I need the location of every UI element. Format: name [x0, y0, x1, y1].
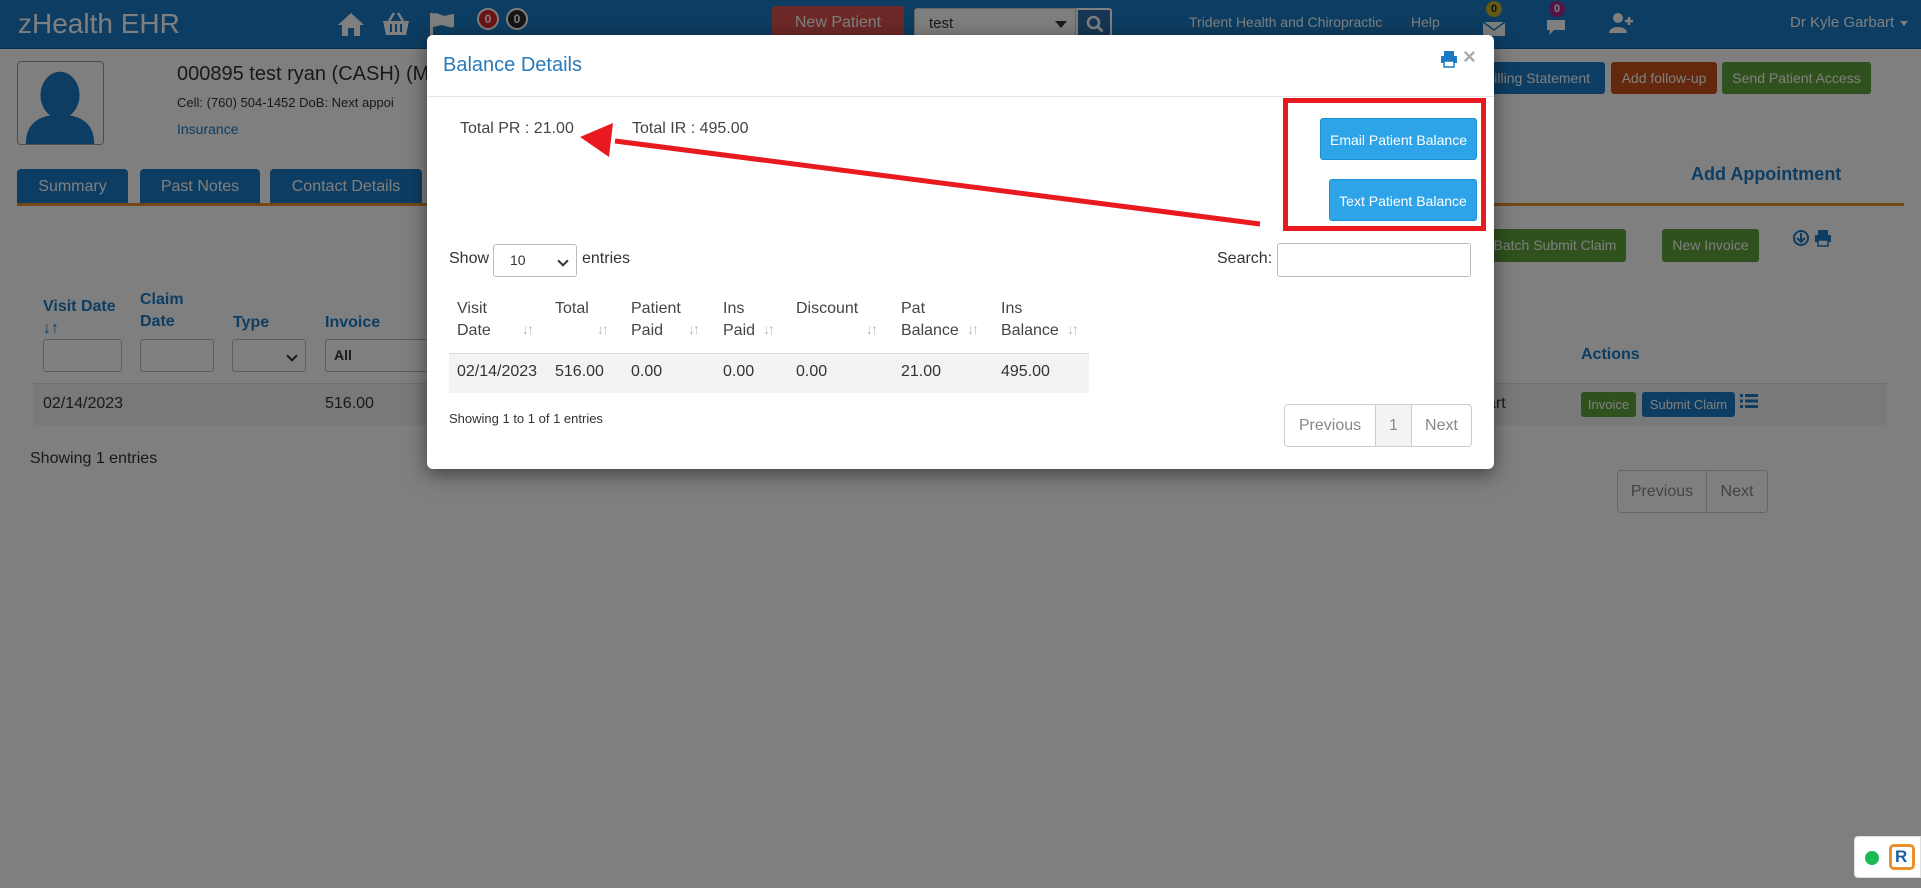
column-patient-paid[interactable]: Patient Paid [631, 298, 681, 342]
column-total[interactable]: Total [555, 298, 589, 320]
column-patient-paid-line2: Paid [631, 322, 664, 339]
chevron-down-icon [557, 255, 569, 267]
online-status-icon [1865, 851, 1879, 865]
column-discount[interactable]: Discount [796, 298, 858, 320]
column-pat-balance-line2: Balance [901, 322, 959, 339]
bottom-strip [0, 888, 1921, 893]
pagination-previous[interactable]: Previous [1285, 405, 1376, 446]
cell-ins-paid: 0.00 [723, 363, 755, 380]
column-ins-paid-line1: Ins [723, 300, 745, 317]
cell-total: 516.00 [555, 363, 604, 380]
cell-visit-date: 02/14/2023 [457, 363, 538, 380]
modal-entries-info: Showing 1 to 1 of 1 entries [449, 411, 603, 426]
column-ins-paid[interactable]: Ins Paid [723, 298, 755, 342]
support-widget[interactable]: R [1854, 836, 1921, 878]
modal-search-input[interactable] [1277, 243, 1471, 277]
cell-pat-balance: 21.00 [901, 363, 942, 380]
sort-icon[interactable]: ↓↑ [688, 321, 700, 337]
show-label: Show [449, 250, 490, 267]
entries-label: entries [582, 250, 631, 267]
sort-icon[interactable]: ↓↑ [763, 321, 775, 337]
column-ins-balance-line1: Ins [1001, 300, 1023, 317]
total-ir: Total IR : 495.00 [632, 120, 749, 137]
column-discount-line1: Discount [796, 300, 859, 317]
sort-icon[interactable]: ↓↑ [597, 321, 609, 337]
close-icon[interactable]: × [1463, 46, 1476, 68]
column-visit-date-line1: Visit [457, 300, 487, 317]
column-ins-balance[interactable]: Ins Balance [1001, 298, 1059, 342]
modal-title: Balance Details [443, 54, 582, 76]
balance-details-modal: Balance Details × Total PR : 21.00 Total… [427, 35, 1494, 469]
entries-per-page-select[interactable]: 10 [493, 244, 577, 277]
modal-header-divider [427, 96, 1494, 97]
column-patient-paid-line1: Patient [631, 300, 681, 317]
table-row[interactable] [449, 353, 1089, 393]
search-label: Search: [1217, 250, 1273, 267]
sort-icon[interactable]: ↓↑ [522, 321, 534, 337]
column-total-line1: Total [555, 300, 589, 317]
r-logo-icon[interactable]: R [1889, 844, 1915, 870]
column-pat-balance-line1: Pat [901, 300, 926, 317]
total-pr: Total PR : 21.00 [460, 120, 574, 137]
sort-icon[interactable]: ↓↑ [1067, 321, 1079, 337]
modal-pagination: Previous 1 Next [1284, 404, 1472, 447]
sort-icon[interactable]: ↓↑ [866, 321, 878, 337]
column-visit-date-line2: Date [457, 322, 491, 339]
column-visit-date[interactable]: Visit Date [457, 298, 491, 342]
column-pat-balance[interactable]: Pat Balance [901, 298, 959, 342]
sort-icon[interactable]: ↓↑ [967, 321, 979, 337]
print-icon[interactable] [1440, 50, 1458, 68]
cell-discount: 0.00 [796, 363, 828, 380]
annotation-highlight-box [1283, 98, 1486, 231]
entries-per-page-value: 10 [510, 252, 526, 268]
cell-ins-balance: 495.00 [1001, 363, 1050, 380]
pagination-page-1[interactable]: 1 [1376, 405, 1412, 446]
column-ins-balance-line2: Balance [1001, 322, 1059, 339]
cell-patient-paid: 0.00 [631, 363, 663, 380]
column-ins-paid-line2: Paid [723, 322, 756, 339]
pagination-next[interactable]: Next [1412, 405, 1471, 446]
